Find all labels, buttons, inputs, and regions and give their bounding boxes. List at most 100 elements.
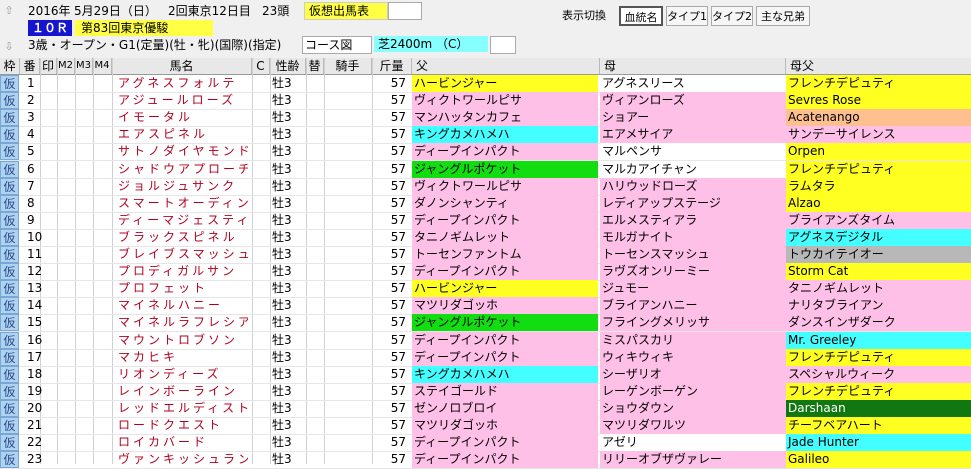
broodmare-sire-name[interactable]: アグネスデジタル — [786, 228, 971, 246]
waku-cell[interactable]: 仮 — [0, 365, 19, 383]
horse-name[interactable]: エアスピネル — [118, 126, 248, 143]
table-row[interactable]: 仮 3 イモータル 牡3 57 マンハッタンカフェ ショアー Acatenango — [0, 109, 971, 128]
dam-name[interactable]: モルガナイト — [600, 228, 786, 246]
horse-name[interactable]: シャドウアプローチ — [118, 161, 248, 178]
horse-name[interactable]: マイネルラフレシア — [118, 314, 248, 331]
waku-cell[interactable]: 仮 — [0, 434, 19, 452]
horse-name[interactable]: ディーマジェスティ — [118, 212, 248, 229]
horse-name[interactable]: イモータル — [118, 109, 248, 126]
waku-cell[interactable]: 仮 — [0, 314, 19, 332]
prev-race-icon[interactable]: ⇧ — [2, 2, 16, 20]
dam-name[interactable]: マルカアイチャン — [600, 160, 786, 178]
dam-name[interactable]: ラヴズオンリーミー — [600, 263, 786, 281]
course-extra-field[interactable] — [490, 36, 516, 54]
horse-name[interactable]: リオンディーズ — [118, 366, 248, 383]
broodmare-sire-name[interactable]: Galileo — [786, 451, 971, 469]
horse-name[interactable]: スマートオーディン — [118, 195, 248, 212]
table-row[interactable]: 仮 23 ヴァンキッシュラン 牡3 57 ディープインパクト リリーオブザヴァレー Galil… — [0, 451, 971, 469]
table-row[interactable]: 仮 12 プロディガルサン 牡3 57 ディープインパクト ラヴズオンリーミー Storm C… — [0, 263, 971, 282]
broodmare-sire-name[interactable]: Acatenango — [786, 109, 971, 127]
sire-name[interactable]: ヴィクトワールピサ — [412, 177, 598, 195]
waku-cell[interactable]: 仮 — [0, 348, 19, 366]
horse-name[interactable]: サトノダイヤモンド — [118, 143, 248, 160]
dam-name[interactable]: マルペンサ — [600, 143, 786, 161]
dam-name[interactable]: シーザリオ — [600, 365, 786, 383]
dam-name[interactable]: フライングメリッサ — [600, 314, 786, 332]
broodmare-sire-name[interactable]: Alzao — [786, 194, 971, 212]
table-row[interactable]: 仮 17 マカヒキ 牡3 57 ディープインパクト ウィキウィキ フレンチデピュティ — [0, 348, 971, 367]
dam-name[interactable]: アグネスリース — [600, 75, 786, 92]
horse-name[interactable]: ヴァンキッシュラン — [118, 451, 248, 468]
horse-name[interactable]: アジュールローズ — [118, 92, 248, 109]
sire-name[interactable]: ディープインパクト — [412, 331, 598, 349]
waku-cell[interactable]: 仮 — [0, 399, 19, 417]
sire-name[interactable]: マツリダゴッホ — [412, 297, 598, 315]
waku-cell[interactable]: 仮 — [0, 451, 19, 469]
table-row[interactable]: 仮 4 エアスピネル 牡3 57 キングカメハメハ エアメサイア サンデーサイレンス — [0, 126, 971, 145]
sire-name[interactable]: ディープインパクト — [412, 348, 598, 366]
horse-name[interactable]: レッドエルディスト — [118, 400, 248, 417]
table-row[interactable]: 仮 21 ロードクエスト 牡3 57 マツリダゴッホ マツリダワルツ チーフベアハート — [0, 417, 971, 435]
broodmare-sire-name[interactable]: トウカイテイオー — [786, 246, 971, 263]
dam-name[interactable]: リリーオブザヴァレー — [600, 451, 786, 469]
waku-cell[interactable]: 仮 — [0, 382, 19, 400]
table-row[interactable]: 仮 8 スマートオーディン 牡3 57 ダノンシャンティ レディアップステージ Alzao — [0, 194, 971, 213]
sire-name[interactable]: キングカメハメハ — [412, 365, 598, 383]
waku-cell[interactable]: 仮 — [0, 109, 19, 127]
dam-name[interactable]: ヴィアンローズ — [600, 92, 786, 110]
broodmare-sire-name[interactable]: Mr. Greeley — [786, 331, 971, 349]
dam-name[interactable]: トーセンスマッシュ — [600, 246, 786, 263]
broodmare-sire-name[interactable]: ナリタブライアン — [786, 297, 971, 315]
broodmare-sire-name[interactable]: タニノギムレット — [786, 280, 971, 298]
sire-name[interactable]: ダノンシャンティ — [412, 194, 598, 212]
horse-name[interactable]: マウントロブソン — [118, 332, 248, 349]
sire-name[interactable]: ジャングルポケット — [412, 160, 598, 178]
table-row[interactable]: 仮 5 サトノダイヤモンド 牡3 57 ディープインパクト マルペンサ Orpen — [0, 143, 971, 162]
broodmare-sire-name[interactable]: サンデーサイレンス — [786, 126, 971, 144]
broodmare-sire-name[interactable]: ダンスインザダーク — [786, 314, 971, 332]
broodmare-sire-name[interactable]: Orpen — [786, 143, 971, 161]
waku-cell[interactable]: 仮 — [0, 126, 19, 144]
broodmare-sire-name[interactable]: スペシャルウィーク — [786, 365, 971, 383]
dam-name[interactable]: レディアップステージ — [600, 194, 786, 212]
table-row[interactable]: 仮 13 プロフェット 牡3 57 ハービンジャー ジュモー タニノギムレット — [0, 280, 971, 299]
broodmare-sire-name[interactable]: Storm Cat — [786, 263, 971, 281]
table-row[interactable]: 仮 19 レインボーライン 牡3 57 ステイゴールド レーゲンボーゲン フレンチデピュティ — [0, 382, 971, 401]
horse-name[interactable]: ジョルジュサンク — [118, 178, 248, 195]
horse-name[interactable]: プロディガルサン — [118, 263, 248, 280]
sire-name[interactable]: タニノギムレット — [412, 228, 598, 246]
dam-name[interactable]: ショウダウン — [600, 399, 786, 417]
broodmare-sire-name[interactable]: フレンチデピュティ — [786, 382, 971, 400]
horse-name[interactable]: プロフェット — [118, 280, 248, 297]
table-row[interactable]: 仮 22 ロイカバード 牡3 57 ディープインパクト アゼリ Jade Hunter — [0, 434, 971, 453]
sire-name[interactable]: ディープインパクト — [412, 263, 598, 281]
sire-name[interactable]: マツリダゴッホ — [412, 417, 598, 434]
waku-cell[interactable]: 仮 — [0, 246, 19, 263]
table-row[interactable]: 仮 10 ブラックスピネル 牡3 57 タニノギムレット モルガナイト アグネスデジタル — [0, 228, 971, 247]
sire-name[interactable]: トーセンファントム — [412, 246, 598, 263]
sire-name[interactable]: ヴィクトワールピサ — [412, 92, 598, 110]
sire-name[interactable]: ゼンノロブロイ — [412, 399, 598, 417]
sire-name[interactable]: ディープインパクト — [412, 451, 598, 469]
dam-name[interactable]: ミスパスカリ — [600, 331, 786, 349]
status-extra-field[interactable] — [388, 2, 422, 20]
waku-cell[interactable]: 仮 — [0, 75, 19, 92]
sire-name[interactable]: キングカメハメハ — [412, 126, 598, 144]
sire-name[interactable]: マンハッタンカフェ — [412, 109, 598, 127]
pedigree-name-button[interactable]: 血統名 — [619, 6, 663, 26]
dam-name[interactable]: エアメサイア — [600, 126, 786, 144]
dam-name[interactable]: ジュモー — [600, 280, 786, 298]
broodmare-sire-name[interactable]: ラムタラ — [786, 177, 971, 195]
waku-cell[interactable]: 仮 — [0, 297, 19, 315]
table-row[interactable]: 仮 1 アグネスフォルテ 牡3 57 ハービンジャー アグネスリース フレンチデピュティ — [0, 75, 971, 93]
dam-name[interactable]: レーゲンボーゲン — [600, 382, 786, 400]
sire-name[interactable]: ジャングルポケット — [412, 314, 598, 332]
waku-cell[interactable]: 仮 — [0, 280, 19, 298]
next-race-icon[interactable]: ⇩ — [2, 38, 16, 56]
broodmare-sire-name[interactable]: Jade Hunter — [786, 434, 971, 452]
broodmare-sire-name[interactable]: Darshaan — [786, 399, 971, 417]
sire-name[interactable]: ハービンジャー — [412, 280, 598, 298]
dam-name[interactable]: ウィキウィキ — [600, 348, 786, 366]
waku-cell[interactable]: 仮 — [0, 177, 19, 195]
sire-name[interactable]: ハービンジャー — [412, 75, 598, 92]
